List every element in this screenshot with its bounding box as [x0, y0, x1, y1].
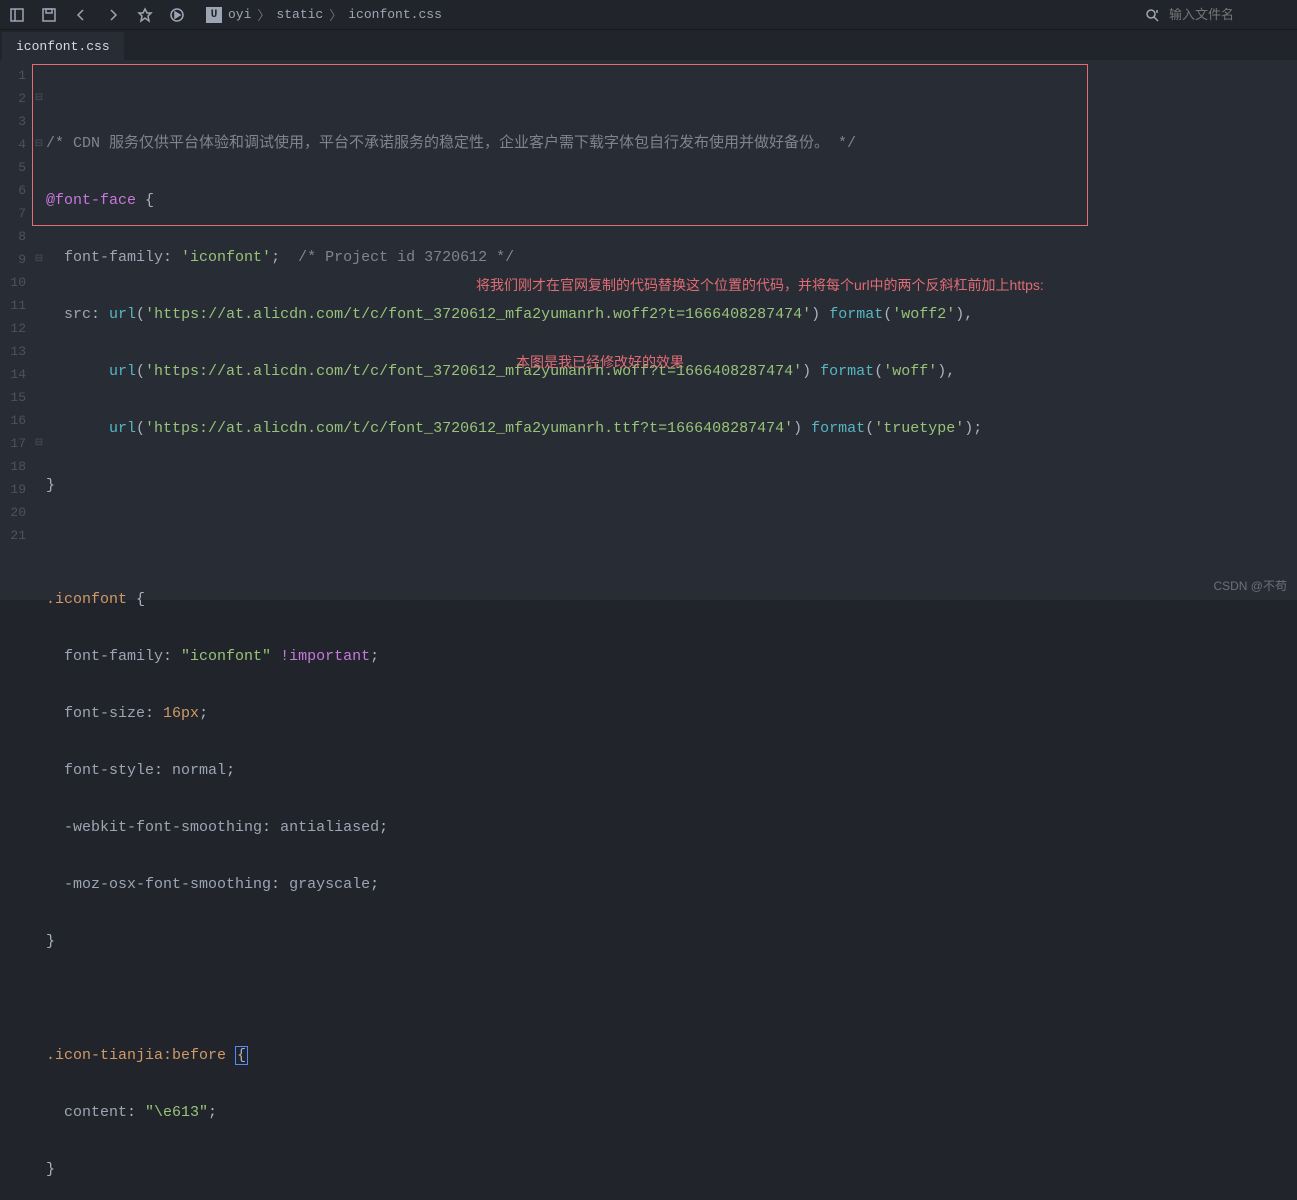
breadcrumb-part[interactable]: oyi [228, 7, 251, 22]
code-line: src: url('https://at.alicdn.com/t/c/font… [46, 303, 1297, 326]
code-line: /* CDN 服务仅供平台体验和调试使用，平台不承诺服务的稳定性，企业客户需下载… [46, 132, 1297, 155]
line-number: 4 [0, 133, 32, 156]
fold-marker[interactable] [32, 455, 46, 478]
code-line: } [46, 930, 1297, 953]
tab-iconfont-css[interactable]: iconfont.css [2, 32, 124, 60]
line-number: 18 [0, 455, 32, 478]
fold-marker[interactable] [32, 64, 46, 87]
annotation-text: 将我们刚才在官网复制的代码替换这个位置的代码，并将每个url中的两个反斜杠前加上… [476, 275, 1044, 295]
line-number: 9 [0, 248, 32, 271]
search-icon[interactable] [1143, 6, 1161, 24]
code-line [46, 531, 1297, 554]
tab-bar: iconfont.css [0, 30, 1297, 60]
fold-marker[interactable] [32, 524, 46, 547]
fold-marker[interactable] [32, 340, 46, 363]
code-line [46, 987, 1297, 1010]
fold-marker[interactable] [32, 110, 46, 133]
run-icon[interactable] [168, 6, 186, 24]
project-logo: U [206, 7, 222, 23]
line-number: 15 [0, 386, 32, 409]
editor[interactable]: 1 2 3 4 5 6 7 8 9 10 11 12 13 14 15 16 1… [0, 60, 1297, 600]
fold-marker[interactable] [32, 409, 46, 432]
line-number: 7 [0, 202, 32, 225]
code-line: font-style: normal; [46, 759, 1297, 782]
line-number: 2 [0, 87, 32, 110]
breadcrumb: U oyi 〉 static 〉 iconfont.css [206, 5, 442, 24]
code-area[interactable]: /* CDN 服务仅供平台体验和调试使用，平台不承诺服务的稳定性，企业客户需下载… [46, 60, 1297, 600]
forward-icon[interactable] [104, 6, 122, 24]
line-number: 1 [0, 64, 32, 87]
code-line: .icon-tianjia:before { [46, 1044, 1297, 1067]
code-line: } [46, 1158, 1297, 1181]
cursor-bracket: { [235, 1046, 248, 1065]
chevron-right-icon: 〉 [329, 5, 342, 24]
code-line: font-size: 16px; [46, 702, 1297, 725]
code-line: url('https://at.alicdn.com/t/c/font_3720… [46, 417, 1297, 440]
line-number: 11 [0, 294, 32, 317]
line-number: 13 [0, 340, 32, 363]
line-number: 8 [0, 225, 32, 248]
fold-marker[interactable] [32, 271, 46, 294]
fold-marker[interactable]: ⊟ [32, 133, 46, 156]
code-line: content: "\e613"; [46, 1101, 1297, 1124]
fold-marker[interactable] [32, 386, 46, 409]
line-number: 12 [0, 317, 32, 340]
fold-marker[interactable] [32, 156, 46, 179]
fold-marker[interactable] [32, 317, 46, 340]
line-number: 14 [0, 363, 32, 386]
line-number: 21 [0, 524, 32, 547]
code-line: -webkit-font-smoothing: antialiased; [46, 816, 1297, 839]
line-number: 17 [0, 432, 32, 455]
code-line: -moz-osx-font-smoothing: grayscale; [46, 873, 1297, 896]
watermark: CSDN @不苟 [1213, 577, 1287, 594]
fold-marker[interactable]: ⊟ [32, 87, 46, 110]
fold-marker[interactable] [32, 202, 46, 225]
line-number: 3 [0, 110, 32, 133]
code-line: font-family: "iconfont" !important; [46, 645, 1297, 668]
breadcrumb-part[interactable]: iconfont.css [348, 7, 442, 22]
line-number: 16 [0, 409, 32, 432]
code-line: @font-face { [46, 189, 1297, 212]
breadcrumb-part[interactable]: static [276, 7, 323, 22]
line-number: 10 [0, 271, 32, 294]
back-icon[interactable] [72, 6, 90, 24]
fold-marker[interactable]: ⊟ [32, 432, 46, 455]
fold-marker[interactable] [32, 478, 46, 501]
fold-marker[interactable] [32, 179, 46, 202]
fold-marker[interactable] [32, 501, 46, 524]
line-gutter: 1 2 3 4 5 6 7 8 9 10 11 12 13 14 15 16 1… [0, 60, 32, 600]
chevron-right-icon: 〉 [257, 5, 270, 24]
line-number: 19 [0, 478, 32, 501]
fold-gutter: ⊟ ⊟ ⊟ ⊟ [32, 60, 46, 600]
code-line: font-family: 'iconfont'; /* Project id 3… [46, 246, 1297, 269]
code-line: } [46, 474, 1297, 497]
fold-marker[interactable] [32, 294, 46, 317]
line-number: 6 [0, 179, 32, 202]
toolbar: U oyi 〉 static 〉 iconfont.css [0, 0, 1297, 30]
panel-toggle-icon[interactable] [8, 6, 26, 24]
file-search[interactable] [1143, 6, 1289, 24]
save-icon[interactable] [40, 6, 58, 24]
fold-marker[interactable] [32, 225, 46, 248]
line-number: 5 [0, 156, 32, 179]
search-input[interactable] [1169, 7, 1289, 22]
fold-marker[interactable]: ⊟ [32, 248, 46, 271]
annotation-text: 本图是我已经修改好的效果 [516, 352, 684, 372]
line-number: 20 [0, 501, 32, 524]
star-icon[interactable] [136, 6, 154, 24]
fold-marker[interactable] [32, 363, 46, 386]
